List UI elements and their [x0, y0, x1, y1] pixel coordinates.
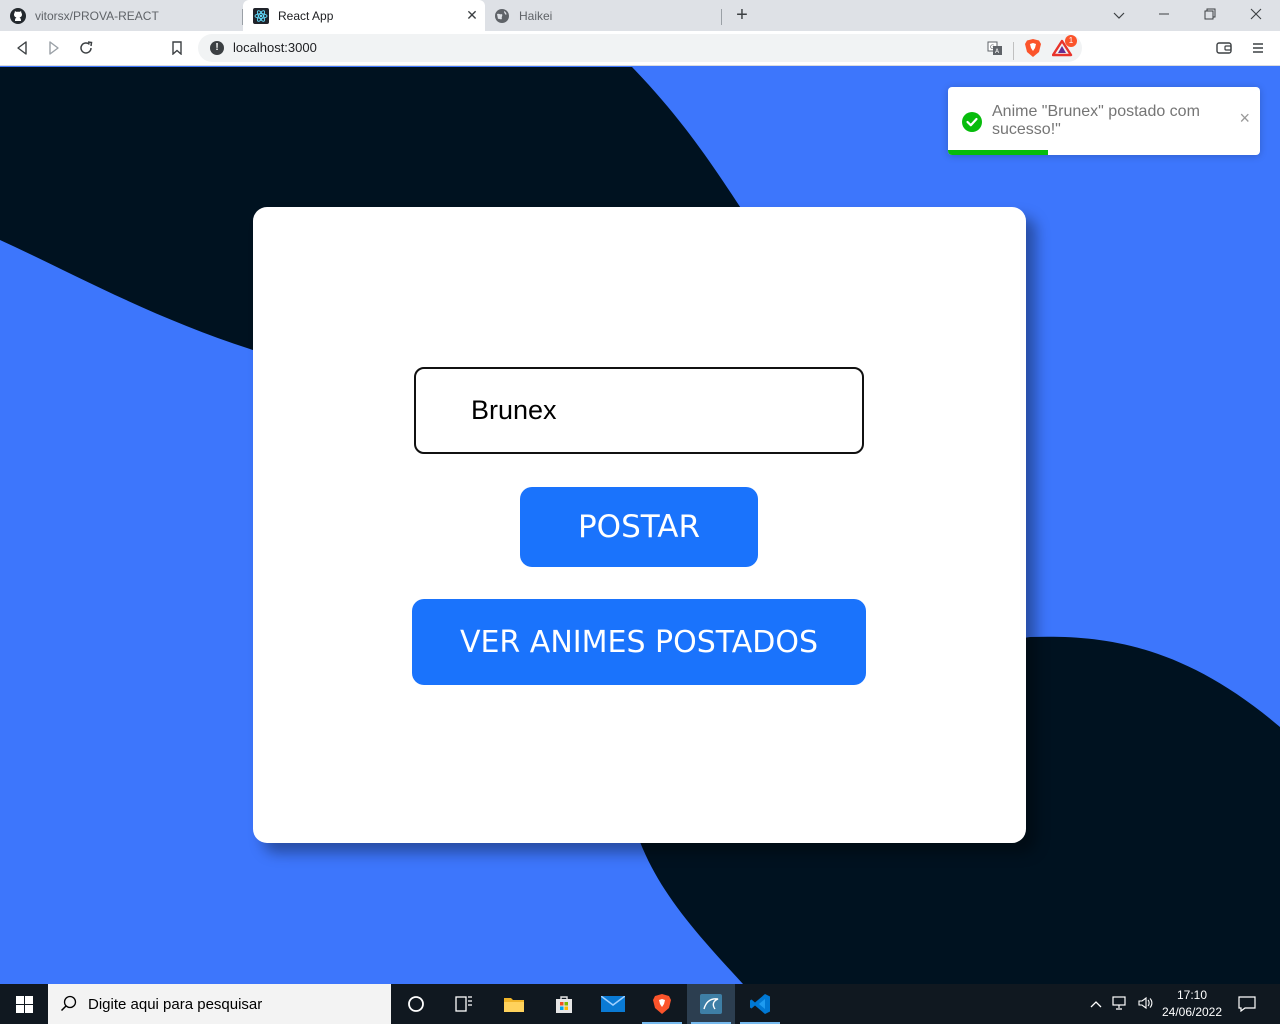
rewards-badge: 1: [1065, 35, 1077, 47]
ver-animes-postados-button[interactable]: VER ANIMES POSTADOS: [412, 599, 866, 685]
globe-icon: [494, 8, 510, 24]
file-explorer-icon[interactable]: [490, 984, 538, 1024]
brave-rewards-icon[interactable]: 1: [1051, 35, 1077, 62]
omnibox-divider: [1013, 41, 1014, 60]
brave-shields-icon[interactable]: [1024, 38, 1042, 63]
back-icon[interactable]: [11, 37, 33, 59]
wallet-icon[interactable]: [1213, 37, 1235, 59]
tab-search-chevron-icon[interactable]: [1099, 0, 1139, 31]
site-info-icon[interactable]: !: [210, 41, 224, 55]
mysql-workbench-icon[interactable]: [687, 984, 735, 1024]
mail-icon[interactable]: [589, 984, 637, 1024]
address-bar[interactable]: ! localhost:3000 GA 1: [198, 34, 1082, 62]
toast-message: Anime "Brunex" postado com sucesso!": [992, 103, 1200, 138]
windows-taskbar: Digite aqui para pesquisar 17:10 24/06/2…: [0, 984, 1280, 1024]
search-placeholder: Digite aqui para pesquisar: [88, 996, 263, 1013]
new-tab-button[interactable]: +: [731, 4, 753, 26]
forward-icon[interactable]: [43, 37, 65, 59]
toast-close-icon[interactable]: ×: [1239, 109, 1250, 127]
taskbar-search-box[interactable]: Digite aqui para pesquisar: [48, 984, 391, 1024]
notifications-icon[interactable]: [1223, 984, 1271, 1024]
minimize-icon[interactable]: [1144, 0, 1184, 31]
taskbar-clock[interactable]: 17:10 24/06/2022: [1160, 987, 1224, 1021]
url-text[interactable]: localhost:3000: [233, 40, 317, 55]
search-icon: [60, 995, 78, 1018]
cortana-icon[interactable]: [392, 984, 440, 1024]
github-icon: [10, 7, 26, 24]
clock-date: 24/06/2022: [1161, 1005, 1223, 1019]
clock-time: 17:10: [1176, 988, 1208, 1002]
translate-icon[interactable]: GA: [987, 40, 1003, 61]
tab-haikei[interactable]: Haikei: [484, 0, 722, 31]
tab-title: vitorsx/PROVA-REACT: [35, 8, 159, 23]
task-view-icon[interactable]: [440, 984, 488, 1024]
tab-strip: vitorsx/PROVA-REACT React App ✕ Haikei +: [0, 0, 1280, 31]
tab-title: React App: [278, 8, 334, 23]
anime-name-input[interactable]: [414, 367, 864, 454]
close-tab-icon[interactable]: ✕: [465, 8, 479, 22]
reload-icon[interactable]: [75, 37, 97, 59]
tab-title: Haikei: [519, 8, 553, 23]
tab-github[interactable]: vitorsx/PROVA-REACT: [0, 0, 242, 31]
system-tray: [1090, 984, 1154, 1024]
volume-icon[interactable]: [1138, 996, 1154, 1013]
toast-progress-bar: [948, 150, 1048, 155]
success-toast[interactable]: Anime "Brunex" postado com sucesso!" ×: [948, 87, 1260, 155]
bookmark-icon[interactable]: [166, 37, 188, 59]
react-icon: [253, 7, 269, 24]
post-card: POSTAR VER ANIMES POSTADOS: [253, 207, 1026, 843]
network-icon[interactable]: [1112, 995, 1128, 1013]
show-hidden-icons-icon[interactable]: [1090, 997, 1102, 1011]
page-viewport: POSTAR VER ANIMES POSTADOS Anime "Brunex…: [0, 67, 1280, 984]
close-window-icon[interactable]: [1236, 0, 1276, 31]
postar-button[interactable]: POSTAR: [520, 487, 758, 567]
brave-browser-icon[interactable]: [638, 984, 686, 1024]
tab-divider: [721, 9, 722, 25]
browser-toolbar: ! localhost:3000 GA 1: [0, 31, 1280, 66]
windows-start-icon[interactable]: [0, 984, 48, 1024]
microsoft-store-icon[interactable]: [540, 984, 588, 1024]
tab-react-app[interactable]: React App ✕: [243, 0, 485, 31]
restore-icon[interactable]: [1190, 0, 1230, 31]
check-circle-icon: [962, 112, 982, 132]
menu-icon[interactable]: [1247, 37, 1269, 59]
vscode-icon[interactable]: [736, 984, 784, 1024]
